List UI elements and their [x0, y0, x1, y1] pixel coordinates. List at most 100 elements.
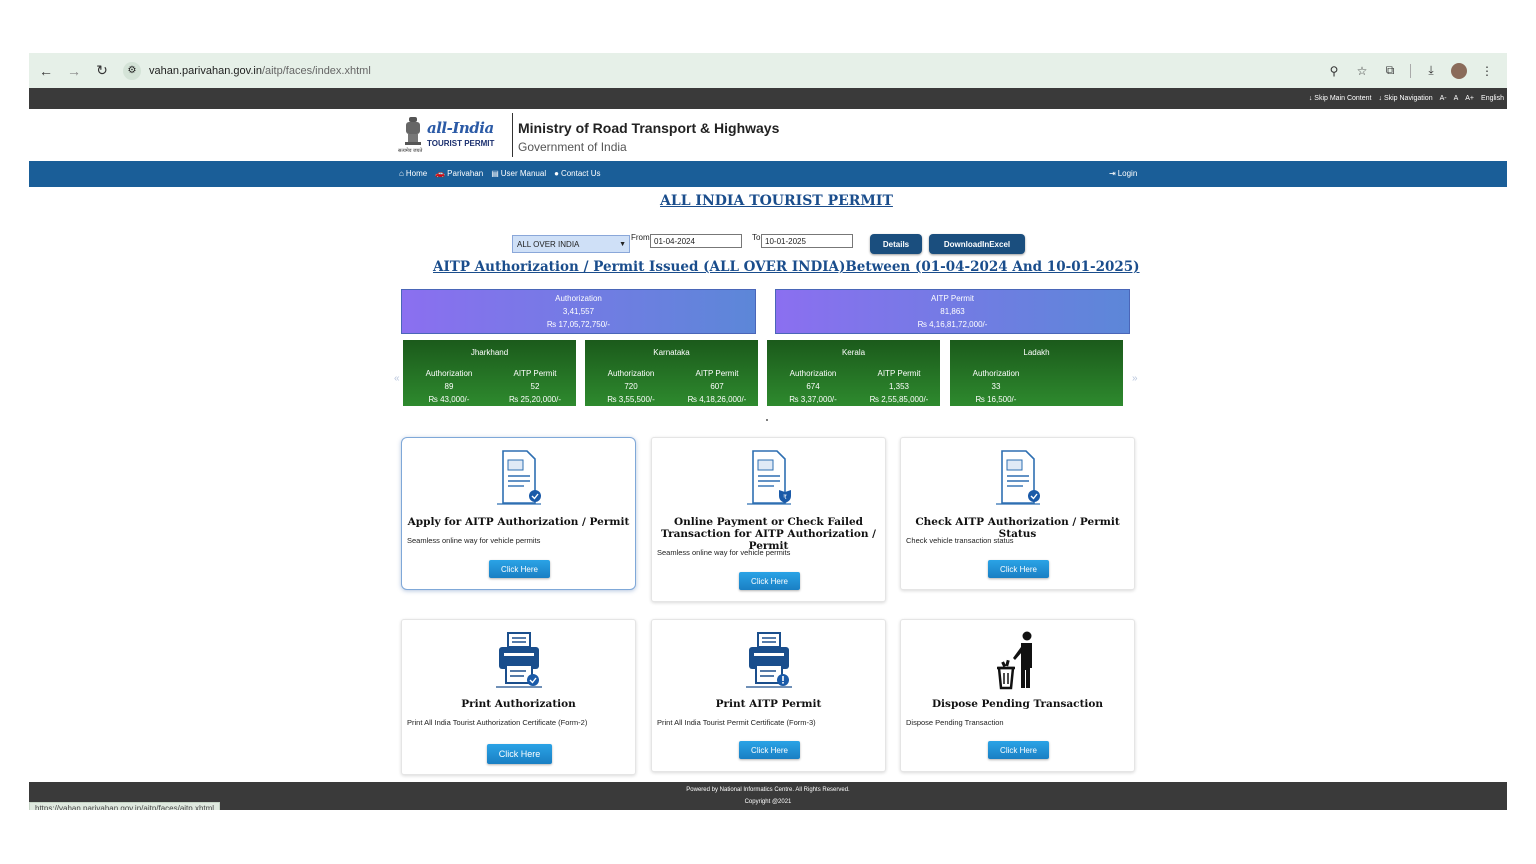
browser-status-url: https://vahan.parivahan.gov.in/aitp/face…: [29, 802, 221, 810]
font-small-button[interactable]: A-: [1440, 95, 1447, 102]
footer-powered-by: Powered by National Informatics Centre. …: [686, 787, 850, 793]
font-large-button[interactable]: A+: [1465, 95, 1474, 102]
card-print-authorization[interactable]: Print Authorization Print All India Tour…: [401, 619, 636, 775]
state-name: Karnataka: [653, 348, 690, 357]
skip-main-link[interactable]: ↓ Skip Main Content: [1309, 95, 1372, 102]
state-auth-amount: ₨ 43,000/-: [428, 395, 470, 404]
card-apply-aitp[interactable]: Apply for AITP Authorization / Permit Se…: [401, 437, 636, 590]
nav-home[interactable]: ⌂ Home: [399, 169, 427, 178]
government-name: Government of India: [518, 140, 627, 154]
download-excel-button[interactable]: DownloadInExcel: [929, 234, 1025, 254]
dispose-transaction-button[interactable]: Click Here: [988, 741, 1049, 759]
card-description: Dispose Pending Transaction: [906, 718, 1004, 727]
state-auth-amount: ₨ 16,500/-: [975, 395, 1017, 404]
from-label: From: [631, 233, 650, 242]
card-description: Print All India Tourist Authorization Ce…: [407, 718, 588, 727]
details-button[interactable]: Details: [870, 234, 922, 254]
state-carousel: Jharkhand Authorization 89 ₨ 43,000/- AI…: [403, 340, 1125, 406]
emblem-caption: सत्यमेव जयते: [398, 148, 423, 154]
summary-permit-amount: ₨ 4,16,81,72,000/-: [917, 320, 988, 329]
card-title: Print Authorization: [461, 698, 576, 710]
aitp-logo[interactable]: all-India TOURIST PERMIT: [427, 119, 507, 148]
download-icon[interactable]: ⤓: [1423, 63, 1439, 79]
apply-aitp-button[interactable]: Click Here: [489, 560, 550, 578]
svg-text:₹: ₹: [783, 494, 787, 501]
accessibility-strip: ↓ Skip Main Content ↓ Skip Navigation A-…: [29, 88, 1507, 109]
state-auth-col: Authorization 720 ₨ 3,55,500/-: [596, 367, 666, 406]
car-icon: 🚗: [435, 169, 446, 178]
state-card-kerala: Kerala Authorization 674 ₨ 3,37,000/- AI…: [767, 340, 940, 406]
menu-icon[interactable]: ⋮: [1479, 63, 1495, 79]
document-icon: ▤: [491, 169, 499, 178]
profile-avatar[interactable]: [1451, 62, 1467, 79]
state-permit-amount: ₨ 4,18,26,000/-: [687, 395, 747, 404]
from-date-input[interactable]: 01-04-2024: [650, 234, 742, 248]
page-title: ALL INDIA TOURIST PERMIT: [660, 193, 893, 209]
summary-authorization-label: Authorization: [555, 294, 602, 303]
url-host: vahan.parivahan.gov.in: [149, 64, 262, 77]
browser-window: ← → ↻ ⚙ vahan.parivahan.gov.in/aitp/face…: [29, 53, 1507, 810]
nav-user-manual-label: User Manual: [500, 169, 547, 178]
address-bar[interactable]: ⚙ vahan.parivahan.gov.in/aitp/faces/inde…: [123, 58, 1318, 83]
state-card-jharkhand: Jharkhand Authorization 89 ₨ 43,000/- AI…: [403, 340, 576, 406]
carousel-prev-icon[interactable]: «: [394, 373, 400, 384]
check-status-button[interactable]: Click Here: [988, 560, 1049, 578]
state-name: Jharkhand: [470, 348, 509, 357]
forward-icon[interactable]: →: [63, 60, 85, 82]
main-navbar: ⌂ Home 🚗 Parivahan ▤ User Manual ● Contact U…: [29, 161, 1507, 187]
logo-line1: all-India: [427, 119, 494, 137]
bookmark-star-icon[interactable]: ☆: [1354, 63, 1370, 79]
state-permit-amount: ₨ 2,55,85,000/-: [869, 395, 929, 404]
font-normal-button[interactable]: A: [1454, 95, 1459, 102]
summary-permit-label: AITP Permit: [931, 294, 974, 303]
nav-parivahan-label: Parivahan: [447, 169, 484, 178]
region-select[interactable]: ALL OVER INDIA ▼: [512, 235, 630, 253]
card-print-permit[interactable]: Print AITP Permit Print All India Touris…: [651, 619, 886, 772]
skip-nav-link[interactable]: ↓ Skip Navigation: [1379, 95, 1433, 102]
card-online-payment[interactable]: ₹ Online Payment or Check Failed Transac…: [651, 437, 886, 602]
state-auth-label: Authorization: [425, 369, 473, 378]
site-header: सत्यमेव जयते all-India TOURIST PERMIT Mi…: [29, 109, 1507, 161]
logo-divider: [512, 113, 513, 157]
home-icon: ⌂: [399, 169, 404, 178]
reload-icon[interactable]: ↻: [91, 60, 113, 82]
print-authorization-button[interactable]: Click Here: [487, 744, 552, 764]
nav-user-manual[interactable]: ▤ User Manual: [491, 169, 546, 178]
nav-parivahan[interactable]: 🚗 Parivahan: [435, 169, 483, 178]
nav-login[interactable]: ⇥ Login: [1109, 169, 1137, 178]
card-title: Apply for AITP Authorization / Permit: [407, 516, 630, 528]
state-permit-label: AITP Permit: [513, 369, 557, 378]
printer-check-icon: [494, 630, 544, 690]
back-icon[interactable]: ←: [35, 60, 57, 82]
state-name: Ladakh: [1023, 348, 1050, 357]
zoom-icon[interactable]: ⚲: [1326, 63, 1342, 79]
card-description: Check vehicle transaction status: [906, 536, 1014, 545]
site-settings-icon[interactable]: ⚙: [123, 61, 141, 80]
state-auth-count: 674: [806, 382, 820, 391]
carousel-indicator[interactable]: [766, 419, 768, 421]
extensions-icon[interactable]: ⧉: [1382, 63, 1398, 79]
state-auth-count: 33: [991, 382, 1001, 391]
print-permit-button[interactable]: Click Here: [739, 741, 800, 759]
summary-permit-count: 81,863: [940, 307, 965, 316]
nav-contact-us[interactable]: ● Contact Us: [554, 169, 600, 178]
card-title: Online Payment or Check Failed Transacti…: [661, 516, 876, 552]
state-auth-count: 720: [624, 382, 638, 391]
document-payment-icon: ₹: [744, 448, 794, 508]
state-auth-label: Authorization: [607, 369, 655, 378]
state-auth-amount: ₨ 3,37,000/-: [789, 395, 837, 404]
url-path: /aitp/faces/index.xhtml: [261, 64, 371, 77]
state-name: Kerala: [841, 348, 866, 357]
card-check-status[interactable]: Check AITP Authorization / Permit Status…: [900, 437, 1135, 590]
card-dispose-transaction[interactable]: Dispose Pending Transaction Dispose Pend…: [900, 619, 1135, 772]
online-payment-button[interactable]: Click Here: [739, 572, 800, 590]
card-title: Print AITP Permit: [715, 698, 822, 710]
state-card-ladakh: Ladakh Authorization 33 ₨ 16,500/-: [950, 340, 1123, 406]
location-pin-icon: ●: [554, 169, 559, 178]
state-auth-amount: ₨ 3,55,500/-: [607, 395, 655, 404]
to-date-input[interactable]: 10-01-2025: [761, 234, 853, 248]
card-description: Seamless online way for vehicle permits: [657, 548, 791, 557]
language-select[interactable]: English: [1481, 95, 1504, 102]
filter-bar: ALL OVER INDIA ▼ From 01-04-2024 To 10-0…: [512, 233, 1032, 255]
carousel-next-icon[interactable]: »: [1132, 373, 1138, 384]
